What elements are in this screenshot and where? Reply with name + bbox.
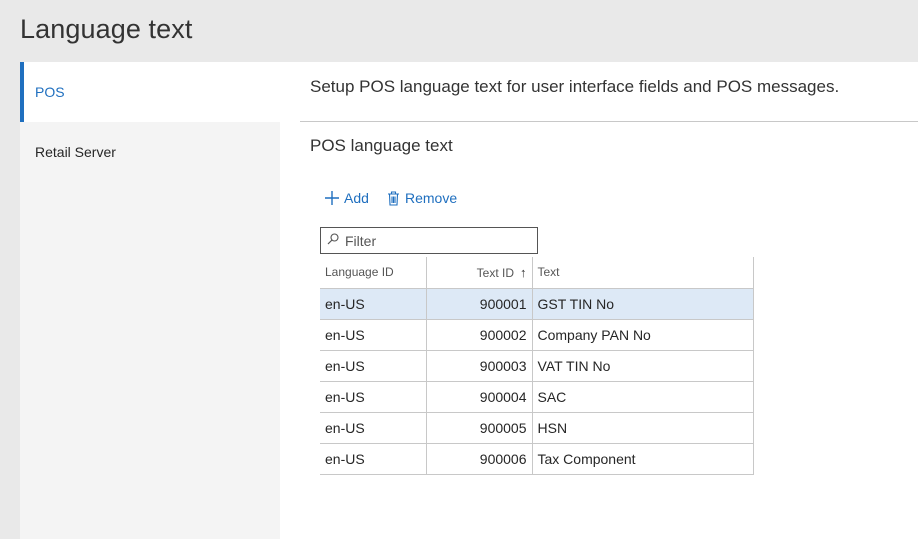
search-icon: [321, 232, 345, 250]
cell-text-id[interactable]: 900001: [426, 287, 533, 319]
table-row[interactable]: en-US 900006 Tax Component: [320, 442, 754, 475]
cell-language-id[interactable]: en-US: [320, 349, 427, 381]
cell-text[interactable]: GST TIN No: [532, 287, 754, 319]
cell-text[interactable]: VAT TIN No: [532, 349, 754, 381]
cell-text-id[interactable]: 900003: [426, 349, 533, 381]
cell-language-id[interactable]: en-US: [320, 442, 427, 475]
nav-item-retail-server[interactable]: Retail Server: [20, 122, 280, 182]
nav-item-pos[interactable]: POS: [20, 62, 280, 122]
cell-text-id[interactable]: 900004: [426, 380, 533, 412]
cell-text-id[interactable]: 900005: [426, 411, 533, 443]
sort-ascending-icon: ↑: [520, 264, 527, 280]
table-row[interactable]: en-US 900002 Company PAN No: [320, 318, 754, 350]
cell-text[interactable]: SAC: [532, 380, 754, 412]
table-row[interactable]: en-US 900005 HSN: [320, 411, 754, 443]
add-button-label: Add: [344, 190, 369, 206]
language-text-grid: Language ID Text ID ↑ Text en-US 900001 G…: [320, 257, 754, 475]
cell-text-id[interactable]: 900006: [426, 442, 533, 475]
remove-button-label: Remove: [405, 190, 458, 206]
section-title: POS language text: [310, 136, 453, 155]
divider: [300, 121, 918, 122]
table-row[interactable]: en-US 900004 SAC: [320, 380, 754, 412]
page-title: Language text: [20, 14, 193, 44]
table-row[interactable]: en-US 900003 VAT TIN No: [320, 349, 754, 381]
filter-input[interactable]: [345, 232, 525, 249]
column-header-text[interactable]: Text: [532, 257, 754, 288]
cell-text[interactable]: Tax Component: [532, 442, 754, 475]
cell-text[interactable]: HSN: [532, 411, 754, 443]
remove-button[interactable]: Remove: [387, 188, 457, 208]
page-description: Setup POS language text for user interfa…: [310, 77, 840, 96]
cell-language-id[interactable]: en-US: [320, 318, 427, 350]
cell-language-id[interactable]: en-US: [320, 411, 427, 443]
column-header-text-id[interactable]: Text ID ↑: [426, 257, 533, 288]
cell-language-id[interactable]: en-US: [320, 287, 427, 319]
left-nav: POS Retail Server: [20, 62, 280, 539]
trash-icon: [387, 190, 400, 206]
add-button[interactable]: Add: [325, 188, 369, 208]
column-header-label: Language ID: [325, 265, 394, 280]
column-header-label: Text ID: [476, 265, 514, 280]
cell-text-id[interactable]: 900002: [426, 318, 533, 350]
cell-language-id[interactable]: en-US: [320, 380, 427, 412]
cell-text[interactable]: Company PAN No: [532, 318, 754, 350]
plus-icon: [325, 191, 339, 205]
content-pane: Setup POS language text for user interfa…: [280, 62, 918, 539]
table-row[interactable]: en-US 900001 GST TIN No: [320, 287, 754, 319]
column-header-label: Text: [537, 265, 560, 280]
filter-box[interactable]: [320, 227, 538, 254]
column-header-language-id[interactable]: Language ID: [320, 257, 427, 288]
